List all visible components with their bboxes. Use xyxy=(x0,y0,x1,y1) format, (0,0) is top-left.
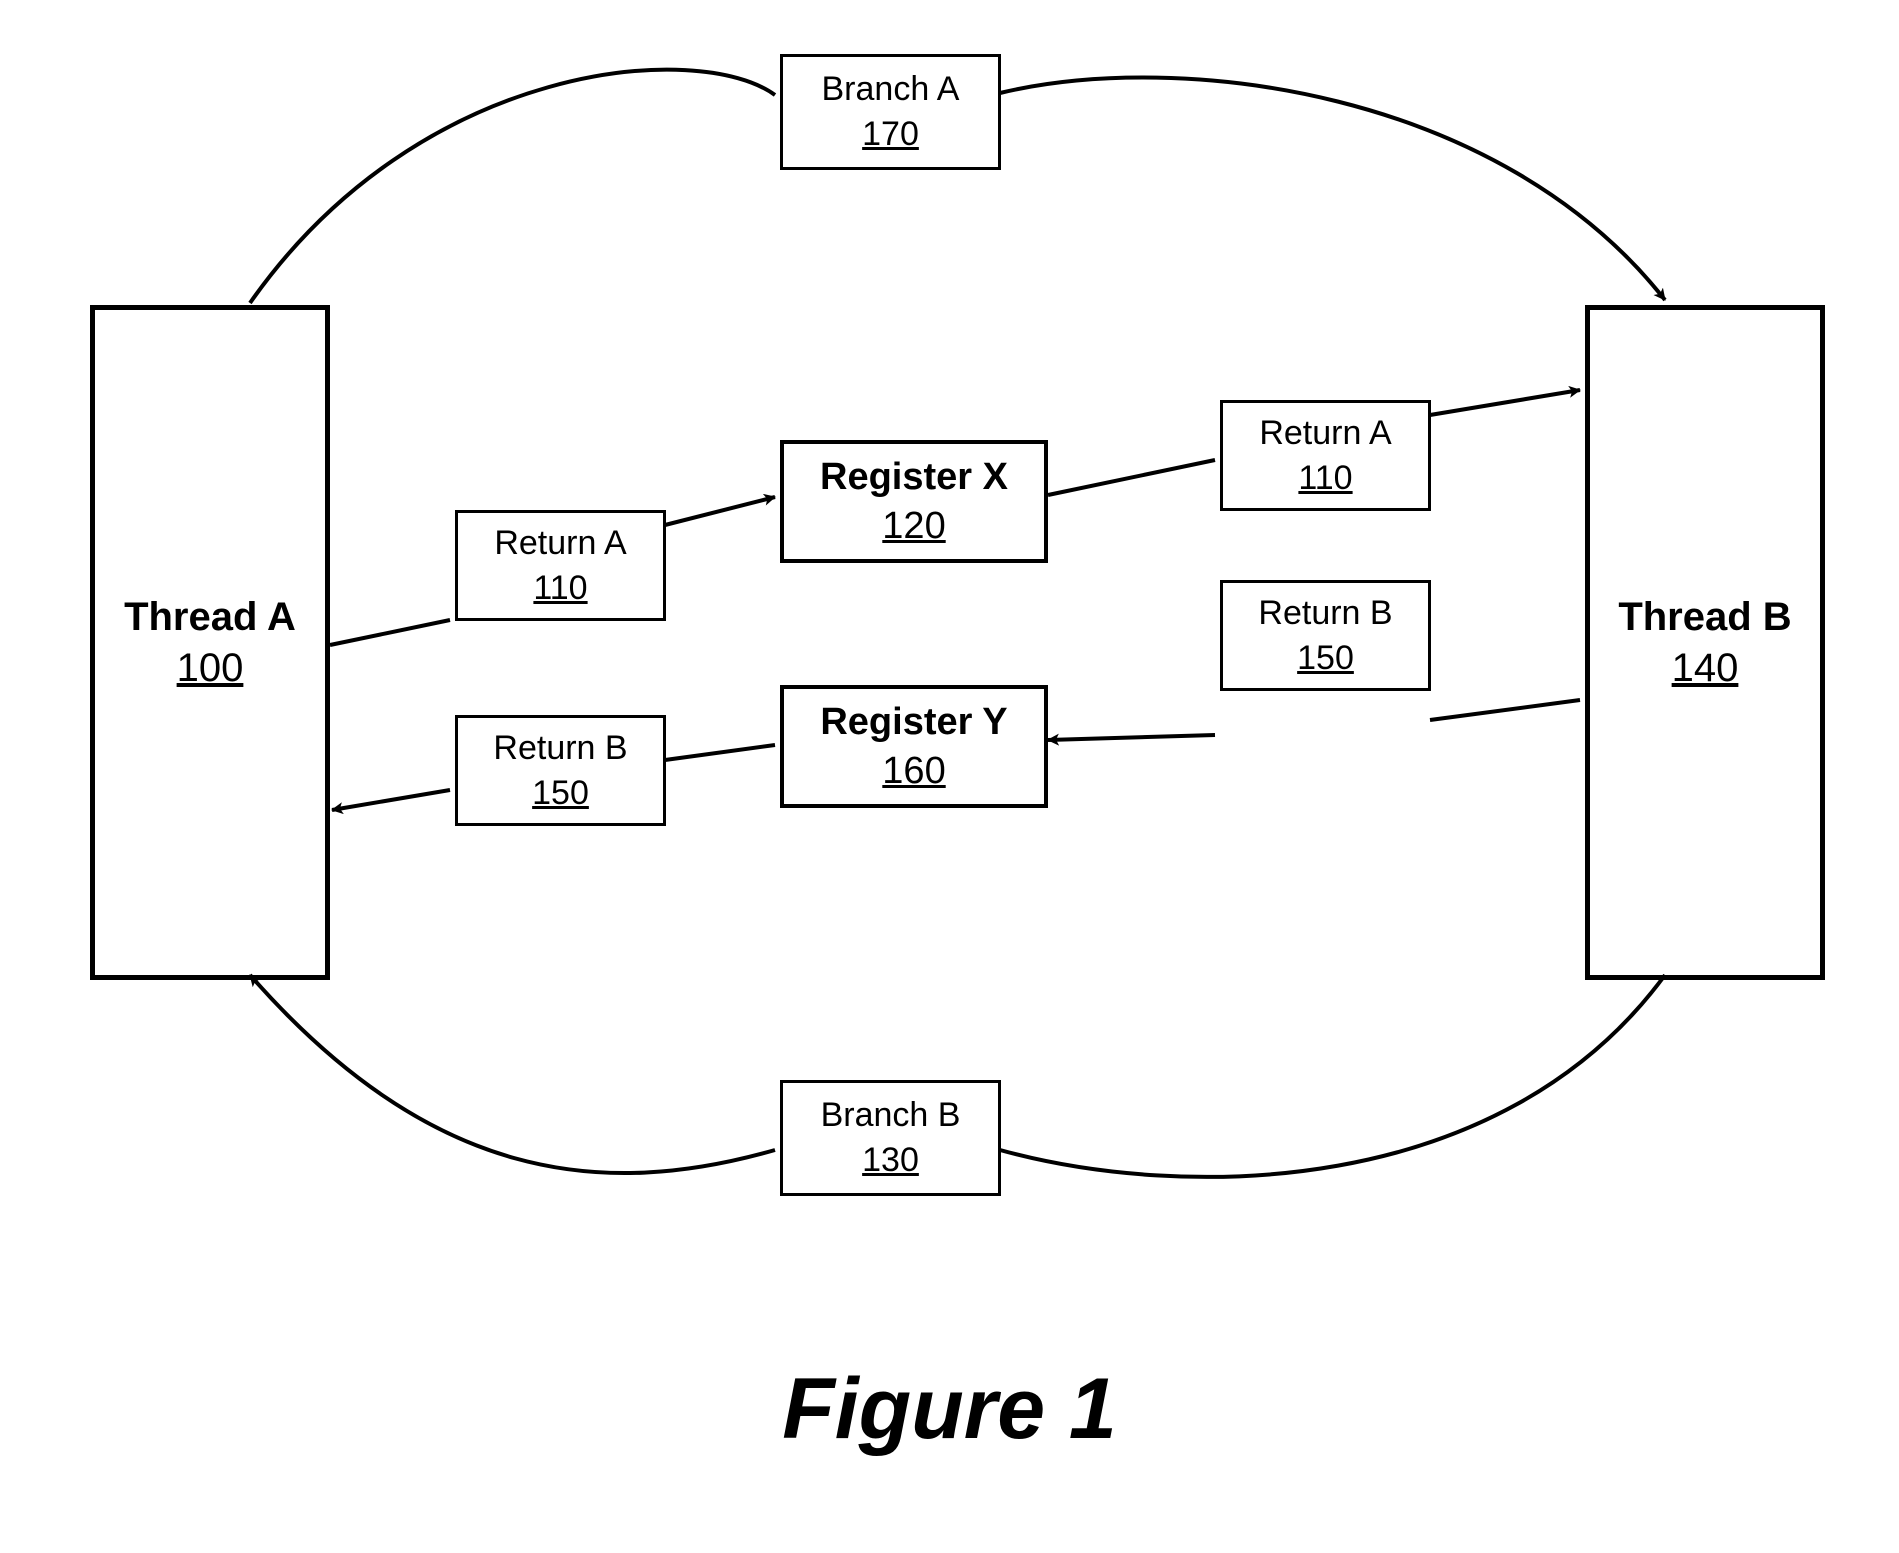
register-y-box: Register Y 160 xyxy=(780,685,1048,808)
return-b-left-num: 150 xyxy=(532,774,589,813)
return-a-left-num: 110 xyxy=(533,569,587,608)
return-b-right-box: Return B 150 xyxy=(1220,580,1431,691)
return-a-right-num: 110 xyxy=(1298,459,1352,498)
thread-b-title: Thread B xyxy=(1618,595,1791,640)
branch-b-box: Branch B 130 xyxy=(780,1080,1001,1196)
register-y-title: Register Y xyxy=(820,701,1007,744)
register-x-num: 120 xyxy=(882,505,945,548)
return-b-right-num: 150 xyxy=(1297,639,1354,678)
thread-b-num: 140 xyxy=(1672,646,1739,691)
branch-a-title: Branch A xyxy=(822,70,960,109)
return-a-right-box: Return A 110 xyxy=(1220,400,1431,511)
register-x-box: Register X 120 xyxy=(780,440,1048,563)
return-a-left-title: Return A xyxy=(494,524,626,563)
branch-b-num: 130 xyxy=(862,1141,919,1180)
return-b-left-box: Return B 150 xyxy=(455,715,666,826)
branch-a-num: 170 xyxy=(862,115,919,154)
register-y-num: 160 xyxy=(882,750,945,793)
return-b-left-title: Return B xyxy=(493,729,627,768)
branch-a-box: Branch A 170 xyxy=(780,54,1001,170)
register-x-title: Register X xyxy=(820,456,1008,499)
return-b-right-title: Return B xyxy=(1258,594,1392,633)
figure-label: Figure 1 xyxy=(0,1360,1899,1459)
return-a-left-box: Return A 110 xyxy=(455,510,666,621)
thread-a-box: Thread A 100 xyxy=(90,305,330,980)
thread-b-box: Thread B 140 xyxy=(1585,305,1825,980)
return-a-right-title: Return A xyxy=(1259,414,1391,453)
branch-b-title: Branch B xyxy=(821,1096,961,1135)
diagram-canvas: Thread A 100 Thread B 140 Branch A 170 B… xyxy=(0,0,1899,1553)
thread-a-title: Thread A xyxy=(124,595,296,640)
thread-a-num: 100 xyxy=(177,646,244,691)
